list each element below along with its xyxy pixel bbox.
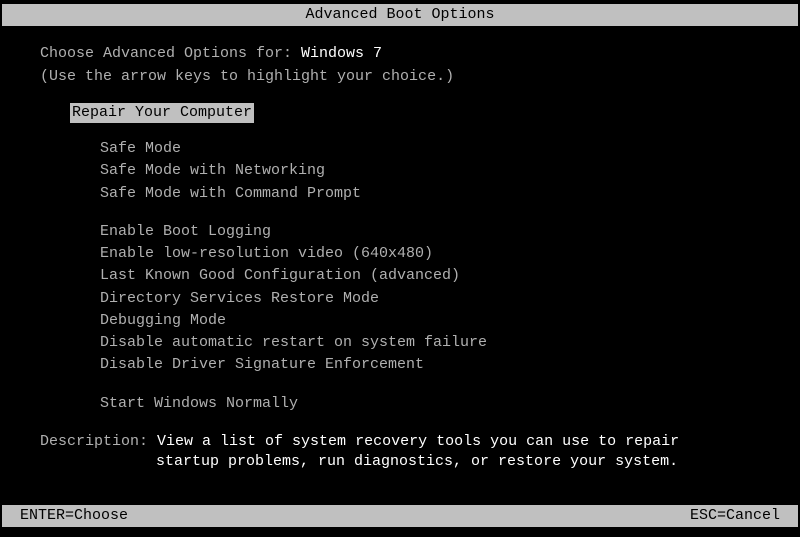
content-area: Choose Advanced Options for: Windows 7 (… xyxy=(0,26,800,472)
footer-esc: ESC=Cancel xyxy=(690,506,780,526)
menu-item[interactable]: Safe Mode xyxy=(100,139,800,159)
footer-bar: ENTER=Choose ESC=Cancel xyxy=(2,505,798,527)
instruction-text: (Use the arrow keys to highlight your ch… xyxy=(40,67,800,87)
menu-item[interactable]: Disable Driver Signature Enforcement xyxy=(100,355,800,375)
title-text: Advanced Boot Options xyxy=(305,6,494,23)
os-name: Windows 7 xyxy=(301,45,382,62)
menu-item[interactable]: Debugging Mode xyxy=(100,311,800,331)
menu-group-safe: Safe Mode Safe Mode with Networking Safe… xyxy=(100,139,800,204)
description-block: Description: View a list of system recov… xyxy=(40,432,800,473)
footer-enter: ENTER=Choose xyxy=(20,506,128,526)
menu-item[interactable]: Enable low-resolution video (640x480) xyxy=(100,244,800,264)
menu-item[interactable]: Disable automatic restart on system fail… xyxy=(100,333,800,353)
menu-group-normal: Start Windows Normally xyxy=(100,394,800,414)
menu-item[interactable]: Safe Mode with Command Prompt xyxy=(100,184,800,204)
title-bar: Advanced Boot Options xyxy=(2,4,798,26)
menu-item[interactable]: Start Windows Normally xyxy=(100,394,800,414)
prompt-label: Choose Advanced Options for: xyxy=(40,45,301,62)
description-text-1: View a list of system recovery tools you… xyxy=(157,433,679,450)
menu-group-advanced: Enable Boot Logging Enable low-resolutio… xyxy=(100,222,800,376)
description-label: Description: xyxy=(40,433,157,450)
menu-item[interactable]: Safe Mode with Networking xyxy=(100,161,800,181)
menu-item[interactable]: Directory Services Restore Mode xyxy=(100,289,800,309)
description-text-2: startup problems, run diagnostics, or re… xyxy=(156,452,800,472)
prompt-line: Choose Advanced Options for: Windows 7 xyxy=(40,44,800,64)
selected-menu-item[interactable]: Repair Your Computer xyxy=(70,103,254,123)
menu-item[interactable]: Enable Boot Logging xyxy=(100,222,800,242)
menu-list: Safe Mode Safe Mode with Networking Safe… xyxy=(100,139,800,414)
menu-item[interactable]: Last Known Good Configuration (advanced) xyxy=(100,266,800,286)
